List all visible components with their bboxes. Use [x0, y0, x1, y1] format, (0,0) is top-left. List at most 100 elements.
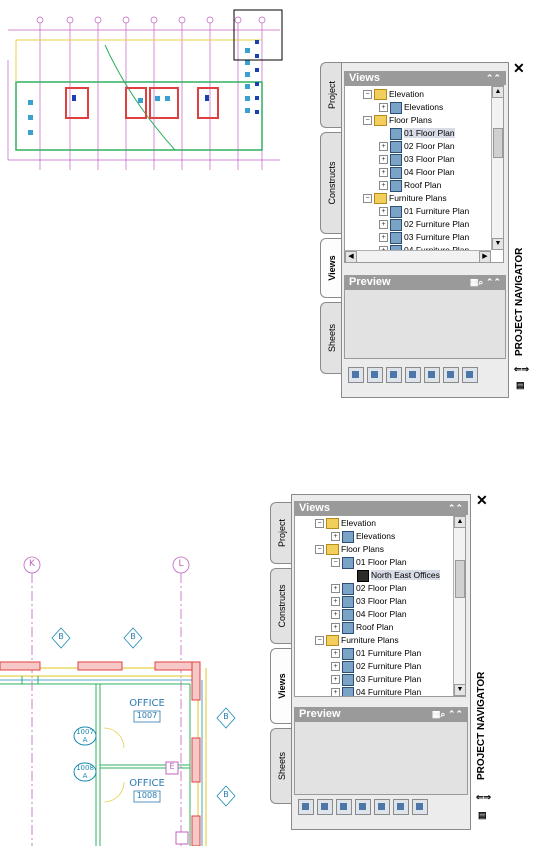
tree-item[interactable]: +03 Furniture Plan: [331, 673, 421, 686]
toolbar-button[interactable]: [348, 367, 364, 383]
view-icon: [342, 660, 354, 673]
scroll-right-icon[interactable]: ▶: [479, 251, 491, 262]
scroll-down-icon[interactable]: ▼: [492, 238, 503, 250]
tab-views[interactable]: Views: [320, 238, 343, 298]
toolbar-button[interactable]: [374, 799, 390, 815]
tree-item[interactable]: +02 Furniture Plan: [331, 660, 421, 673]
toolbar-button[interactable]: [424, 367, 440, 383]
view-icon: [390, 218, 402, 231]
room-number: 1008: [136, 791, 158, 800]
tree-item[interactable]: +04 Floor Plan: [331, 608, 407, 621]
floor-plan-overview: [7, 9, 283, 170]
collapse-icon[interactable]: ⌃⌃: [448, 501, 463, 515]
vertical-scrollbar[interactable]: ▲ ▼: [453, 516, 465, 696]
window-tag: B: [58, 632, 64, 641]
project-navigator-top: Project Constructs Views Sheets Views ⌃⌃ …: [320, 60, 532, 398]
views-header: Views ⌃⌃: [294, 501, 468, 515]
tab-sheets[interactable]: Sheets: [320, 302, 343, 374]
tree-item[interactable]: +01 Floor Plan: [379, 127, 455, 140]
preview-controls-icon[interactable]: ▦⌕ ⌃⌃: [470, 275, 501, 289]
view-icon: [342, 647, 354, 660]
tree-item[interactable]: − Elevation: [363, 88, 424, 101]
tree-item[interactable]: +04 Furniture Plan: [331, 686, 421, 696]
tree-item[interactable]: +01 Furniture Plan: [379, 205, 469, 218]
window-tag: B: [223, 790, 229, 799]
folder-icon: [326, 544, 339, 556]
subview-icon: [357, 569, 369, 582]
toolbar-button[interactable]: [336, 799, 352, 815]
navigator-title: PROJECT NAVIGATOR: [476, 671, 487, 780]
view-icon: [390, 127, 402, 140]
tree-item[interactable]: − Floor Plans: [315, 543, 384, 556]
views-header: Views ⌃⌃: [344, 71, 506, 85]
collapse-icon[interactable]: ⌃⌃: [486, 71, 501, 85]
tree-item[interactable]: +03 Floor Plan: [379, 153, 455, 166]
room-name: OFFICE: [129, 698, 165, 709]
scroll-thumb[interactable]: [493, 128, 503, 158]
vertical-scrollbar[interactable]: ▲ ▼: [491, 86, 503, 250]
toolbar-button[interactable]: [405, 367, 421, 383]
view-icon: [390, 231, 402, 244]
grid-label-l: L: [178, 559, 184, 569]
toolbar-button[interactable]: [393, 799, 409, 815]
toolbar-button[interactable]: [317, 799, 333, 815]
door-tag: E: [169, 762, 175, 771]
close-icon[interactable]: ✕: [476, 492, 488, 509]
tree-item[interactable]: −01 Floor Plan: [331, 556, 407, 569]
tree-item[interactable]: +03 Floor Plan: [331, 595, 407, 608]
window-tag: B: [130, 632, 136, 641]
scroll-thumb[interactable]: [455, 560, 465, 598]
tab-constructs[interactable]: Constructs: [320, 132, 343, 234]
tab-sheets[interactable]: Sheets: [270, 728, 293, 804]
autohide-icon[interactable]: ⇐⇒: [514, 364, 529, 375]
scroll-up-icon[interactable]: ▲: [492, 86, 503, 98]
tree-item[interactable]: +03 Furniture Plan: [379, 231, 469, 244]
toolbar-button[interactable]: [355, 799, 371, 815]
folder-icon: [374, 193, 387, 205]
view-icon: [390, 205, 402, 218]
toolbar-button[interactable]: [386, 367, 402, 383]
tree-item[interactable]: +04 Floor Plan: [379, 166, 455, 179]
views-tree[interactable]: −Elevation +Elevations −Floor Plans +01 …: [344, 85, 504, 263]
toolbar-button[interactable]: [367, 367, 383, 383]
toolbar-button[interactable]: [443, 367, 459, 383]
tab-views[interactable]: Views: [270, 648, 293, 724]
preview-area: [344, 289, 506, 359]
tree-item[interactable]: +02 Furniture Plan: [379, 218, 469, 231]
preview-header: Preview ▦⌕ ⌃⌃: [344, 275, 506, 289]
tab-project[interactable]: Project: [320, 62, 343, 128]
preview-controls-icon[interactable]: ▦⌕ ⌃⌃: [432, 707, 463, 721]
tree-item[interactable]: − Furniture Plans: [315, 634, 399, 647]
navigator-title: PROJECT NAVIGATOR: [514, 247, 525, 356]
toolbar-button[interactable]: [412, 799, 428, 815]
tab-constructs[interactable]: Constructs: [270, 568, 293, 644]
view-icon: [390, 166, 402, 179]
close-icon[interactable]: ✕: [513, 60, 525, 77]
properties-icon[interactable]: ▤: [516, 380, 525, 391]
tab-project[interactable]: Project: [270, 502, 293, 564]
horizontal-scrollbar[interactable]: ◀ ▶: [345, 250, 491, 262]
tree-item[interactable]: + Elevations: [379, 101, 443, 114]
autohide-icon[interactable]: ⇐⇒: [476, 792, 491, 803]
tree-item[interactable]: + Elevations: [331, 530, 395, 543]
view-icon: [342, 673, 354, 686]
tree-item[interactable]: − Furniture Plans: [363, 192, 447, 205]
properties-icon[interactable]: ▤: [478, 810, 487, 821]
folder-icon: [374, 115, 387, 127]
views-tree[interactable]: − Elevation + Elevations − Floor Plans −01 …: [294, 515, 466, 697]
toolbar-button[interactable]: [298, 799, 314, 815]
view-icon: [342, 556, 354, 569]
scroll-down-icon[interactable]: ▼: [454, 684, 465, 696]
tree-item[interactable]: − Floor Plans: [363, 114, 432, 127]
tree-item[interactable]: +02 Floor Plan: [379, 140, 455, 153]
tree-item[interactable]: +01 Furniture Plan: [331, 647, 421, 660]
tree-item[interactable]: +02 Floor Plan: [331, 582, 407, 595]
tree-item[interactable]: − Elevation: [315, 517, 376, 530]
tree-item[interactable]: + Roof Plan: [331, 621, 393, 634]
tree-item[interactable]: North East Offices: [357, 569, 440, 582]
toolbar-button[interactable]: [462, 367, 478, 383]
scroll-left-icon[interactable]: ◀: [345, 251, 357, 262]
scroll-up-icon[interactable]: ▲: [454, 516, 465, 528]
tree-item[interactable]: + Roof Plan: [379, 179, 441, 192]
floor-plan-detail: [0, 556, 236, 846]
